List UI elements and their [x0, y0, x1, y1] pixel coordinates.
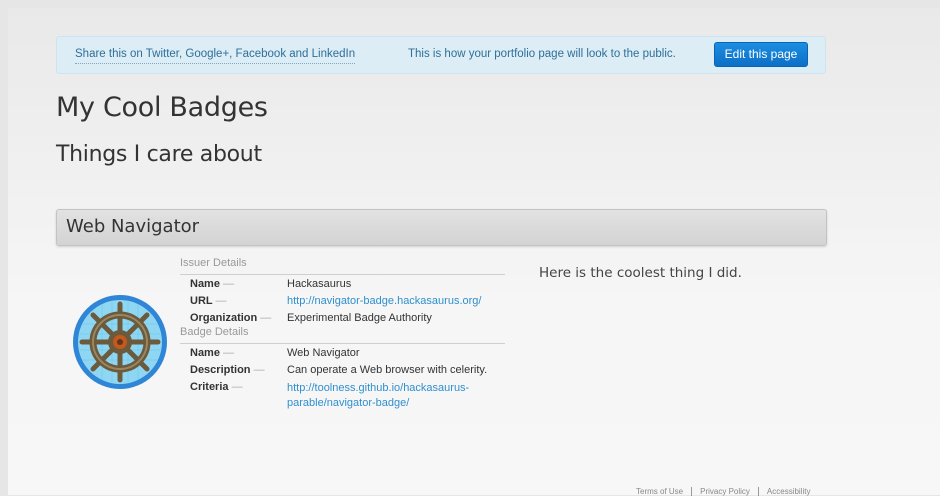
issuer-name-row: Name — Hackasaurus — [190, 278, 352, 290]
badge-section-heading: Badge Details — [180, 326, 505, 344]
ship-wheel-badge-icon[interactable] — [72, 294, 168, 390]
issuer-organization-value: Experimental Badge Authority — [287, 312, 432, 324]
badge-name-row: Name — Web Navigator — [190, 347, 360, 359]
badge-description-value: Can operate a Web browser with celerity. — [287, 364, 488, 376]
issuer-name-label: Name — [190, 278, 220, 290]
badge-details: Issuer Details Name — Hackasaurus URL — … — [180, 257, 505, 412]
edit-page-button[interactable]: Edit this page — [714, 42, 808, 67]
badge-criteria-row: Criteria — http://toolness.github.io/hac… — [180, 378, 505, 412]
issuer-organization-label: Organization — [190, 312, 258, 324]
page-title: My Cool Badges — [56, 92, 268, 123]
issuer-url-link[interactable]: http://navigator-badge.hackasaurus.org/ — [287, 295, 481, 307]
share-link[interactable]: Share this on Twitter, Google+, Facebook… — [75, 48, 356, 64]
public-note: This is how your portfolio page will loo… — [408, 48, 676, 60]
issuer-url-label: URL — [190, 295, 213, 307]
evidence-text: Here is the coolest thing I did. — [539, 265, 742, 281]
page-subtitle: Things I care about — [56, 142, 262, 167]
badge-description-label: Description — [190, 364, 251, 376]
issuer-organization-row: Organization — Experimental Badge Author… — [190, 312, 432, 324]
issuer-section-heading: Issuer Details — [180, 257, 505, 275]
badge-header: Web Navigator — [56, 209, 827, 246]
badge-description-row: Description — Can operate a Web browser … — [190, 364, 488, 376]
issuer-url-row: URL — http://navigator-badge.hackasaurus… — [190, 295, 482, 307]
issuer-name-value: Hackasaurus — [287, 278, 352, 290]
badge-name-label: Name — [190, 347, 220, 359]
badge-title: Web Navigator — [66, 216, 200, 237]
share-banner: Share this on Twitter, Google+, Facebook… — [56, 36, 826, 74]
badge-name-value: Web Navigator — [287, 347, 360, 359]
page — [8, 8, 940, 495]
badge-criteria-link[interactable]: http://toolness.github.io/hackasaurus-pa… — [287, 381, 502, 411]
badge-criteria-label: Criteria — [190, 381, 229, 393]
